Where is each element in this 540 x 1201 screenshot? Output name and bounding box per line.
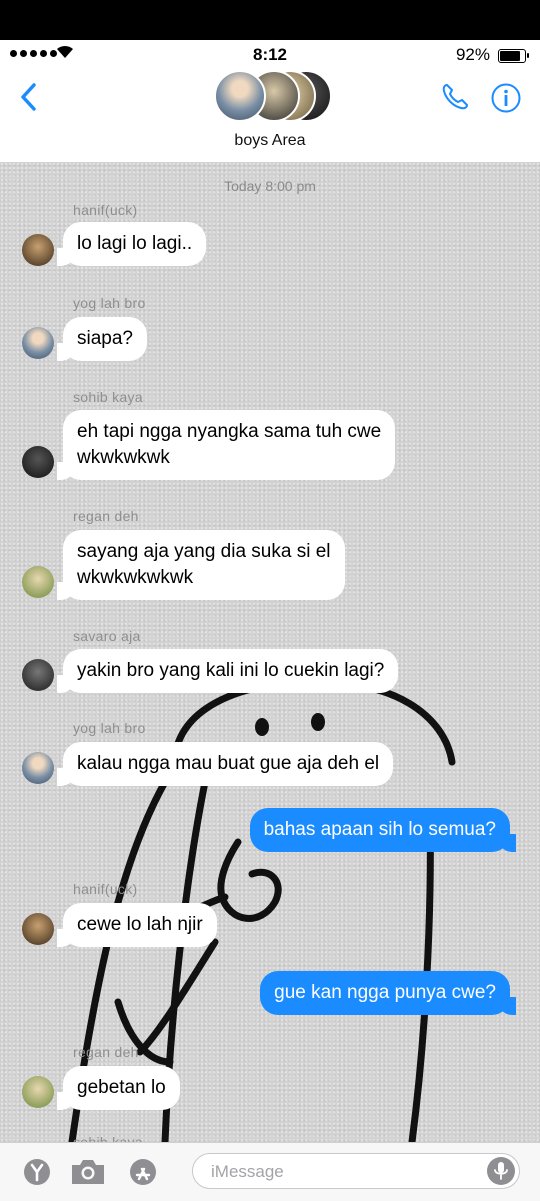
- group-avatars[interactable]: [214, 70, 332, 122]
- app-store-icon[interactable]: [128, 1157, 158, 1187]
- sender-name: hanif(uck): [73, 202, 138, 218]
- sender-name: regan deh: [73, 1044, 139, 1060]
- message-bubble[interactable]: eh tapi ngga nyangka sama tuh cwe wkwkwkw…: [56, 410, 396, 480]
- sender-name: hanif(uck): [73, 881, 138, 897]
- avatar[interactable]: [22, 446, 54, 478]
- group-name[interactable]: boys Area: [0, 132, 540, 150]
- back-chevron-icon[interactable]: [14, 80, 44, 114]
- avatar[interactable]: [22, 234, 54, 266]
- sender-name: savaro aja: [73, 628, 141, 644]
- avatar[interactable]: [22, 659, 54, 691]
- message-bubble[interactable]: gebetan lo: [57, 1066, 180, 1110]
- top-black-bar: [0, 0, 540, 40]
- message-bubble[interactable]: kalau ngga mau buat gue aja deh el: [56, 742, 394, 786]
- message-bubble[interactable]: lo lagi lo lagi..: [56, 222, 207, 266]
- conversation-header: boys Area: [0, 70, 540, 163]
- message-bubble[interactable]: cewe lo lah njir: [57, 903, 217, 947]
- battery-icon: [498, 49, 529, 63]
- message-bubble[interactable]: sayang aja yang dia suka si el wkwkwkwkwk: [57, 530, 345, 600]
- message-bubble-sent[interactable]: bahas apaan sih lo semua?: [249, 808, 517, 852]
- avatar[interactable]: [22, 913, 54, 945]
- message-bubble[interactable]: yakin bro yang kali ini lo cuekin lagi?: [56, 649, 399, 693]
- message-bubble-sent[interactable]: gue kan ngga punya cwe?: [260, 971, 516, 1015]
- avatar: [214, 70, 266, 122]
- sender-name: sohib kaya: [73, 389, 143, 405]
- camera-icon[interactable]: [70, 1157, 106, 1187]
- sender-name: yog lah bro: [73, 720, 146, 736]
- avatar[interactable]: [22, 566, 54, 598]
- message-composer: iMessage: [0, 1142, 540, 1201]
- avatar[interactable]: [22, 1076, 54, 1108]
- microphone-icon[interactable]: [487, 1157, 515, 1185]
- sender-name: yog lah bro: [73, 295, 146, 311]
- info-icon[interactable]: [490, 82, 522, 114]
- sender-name: sohib kaya: [73, 1134, 143, 1142]
- phone-icon[interactable]: [440, 82, 470, 112]
- message-bubble[interactable]: siapa?: [57, 317, 147, 361]
- status-bar: 8:12 92%: [0, 40, 540, 70]
- message-input-placeholder: iMessage: [211, 1162, 284, 1181]
- thread-timestamp: Today 8:00 pm: [224, 178, 316, 194]
- apps-icon[interactable]: [22, 1157, 52, 1187]
- message-thread[interactable]: Today 8:00 pm hanif(uck) lo lagi lo lagi…: [0, 162, 540, 1142]
- sender-name: regan deh: [73, 508, 139, 524]
- battery-percent: 92%: [455, 45, 490, 64]
- avatar[interactable]: [22, 327, 54, 359]
- avatar[interactable]: [22, 752, 54, 784]
- message-input[interactable]: iMessage: [192, 1153, 520, 1189]
